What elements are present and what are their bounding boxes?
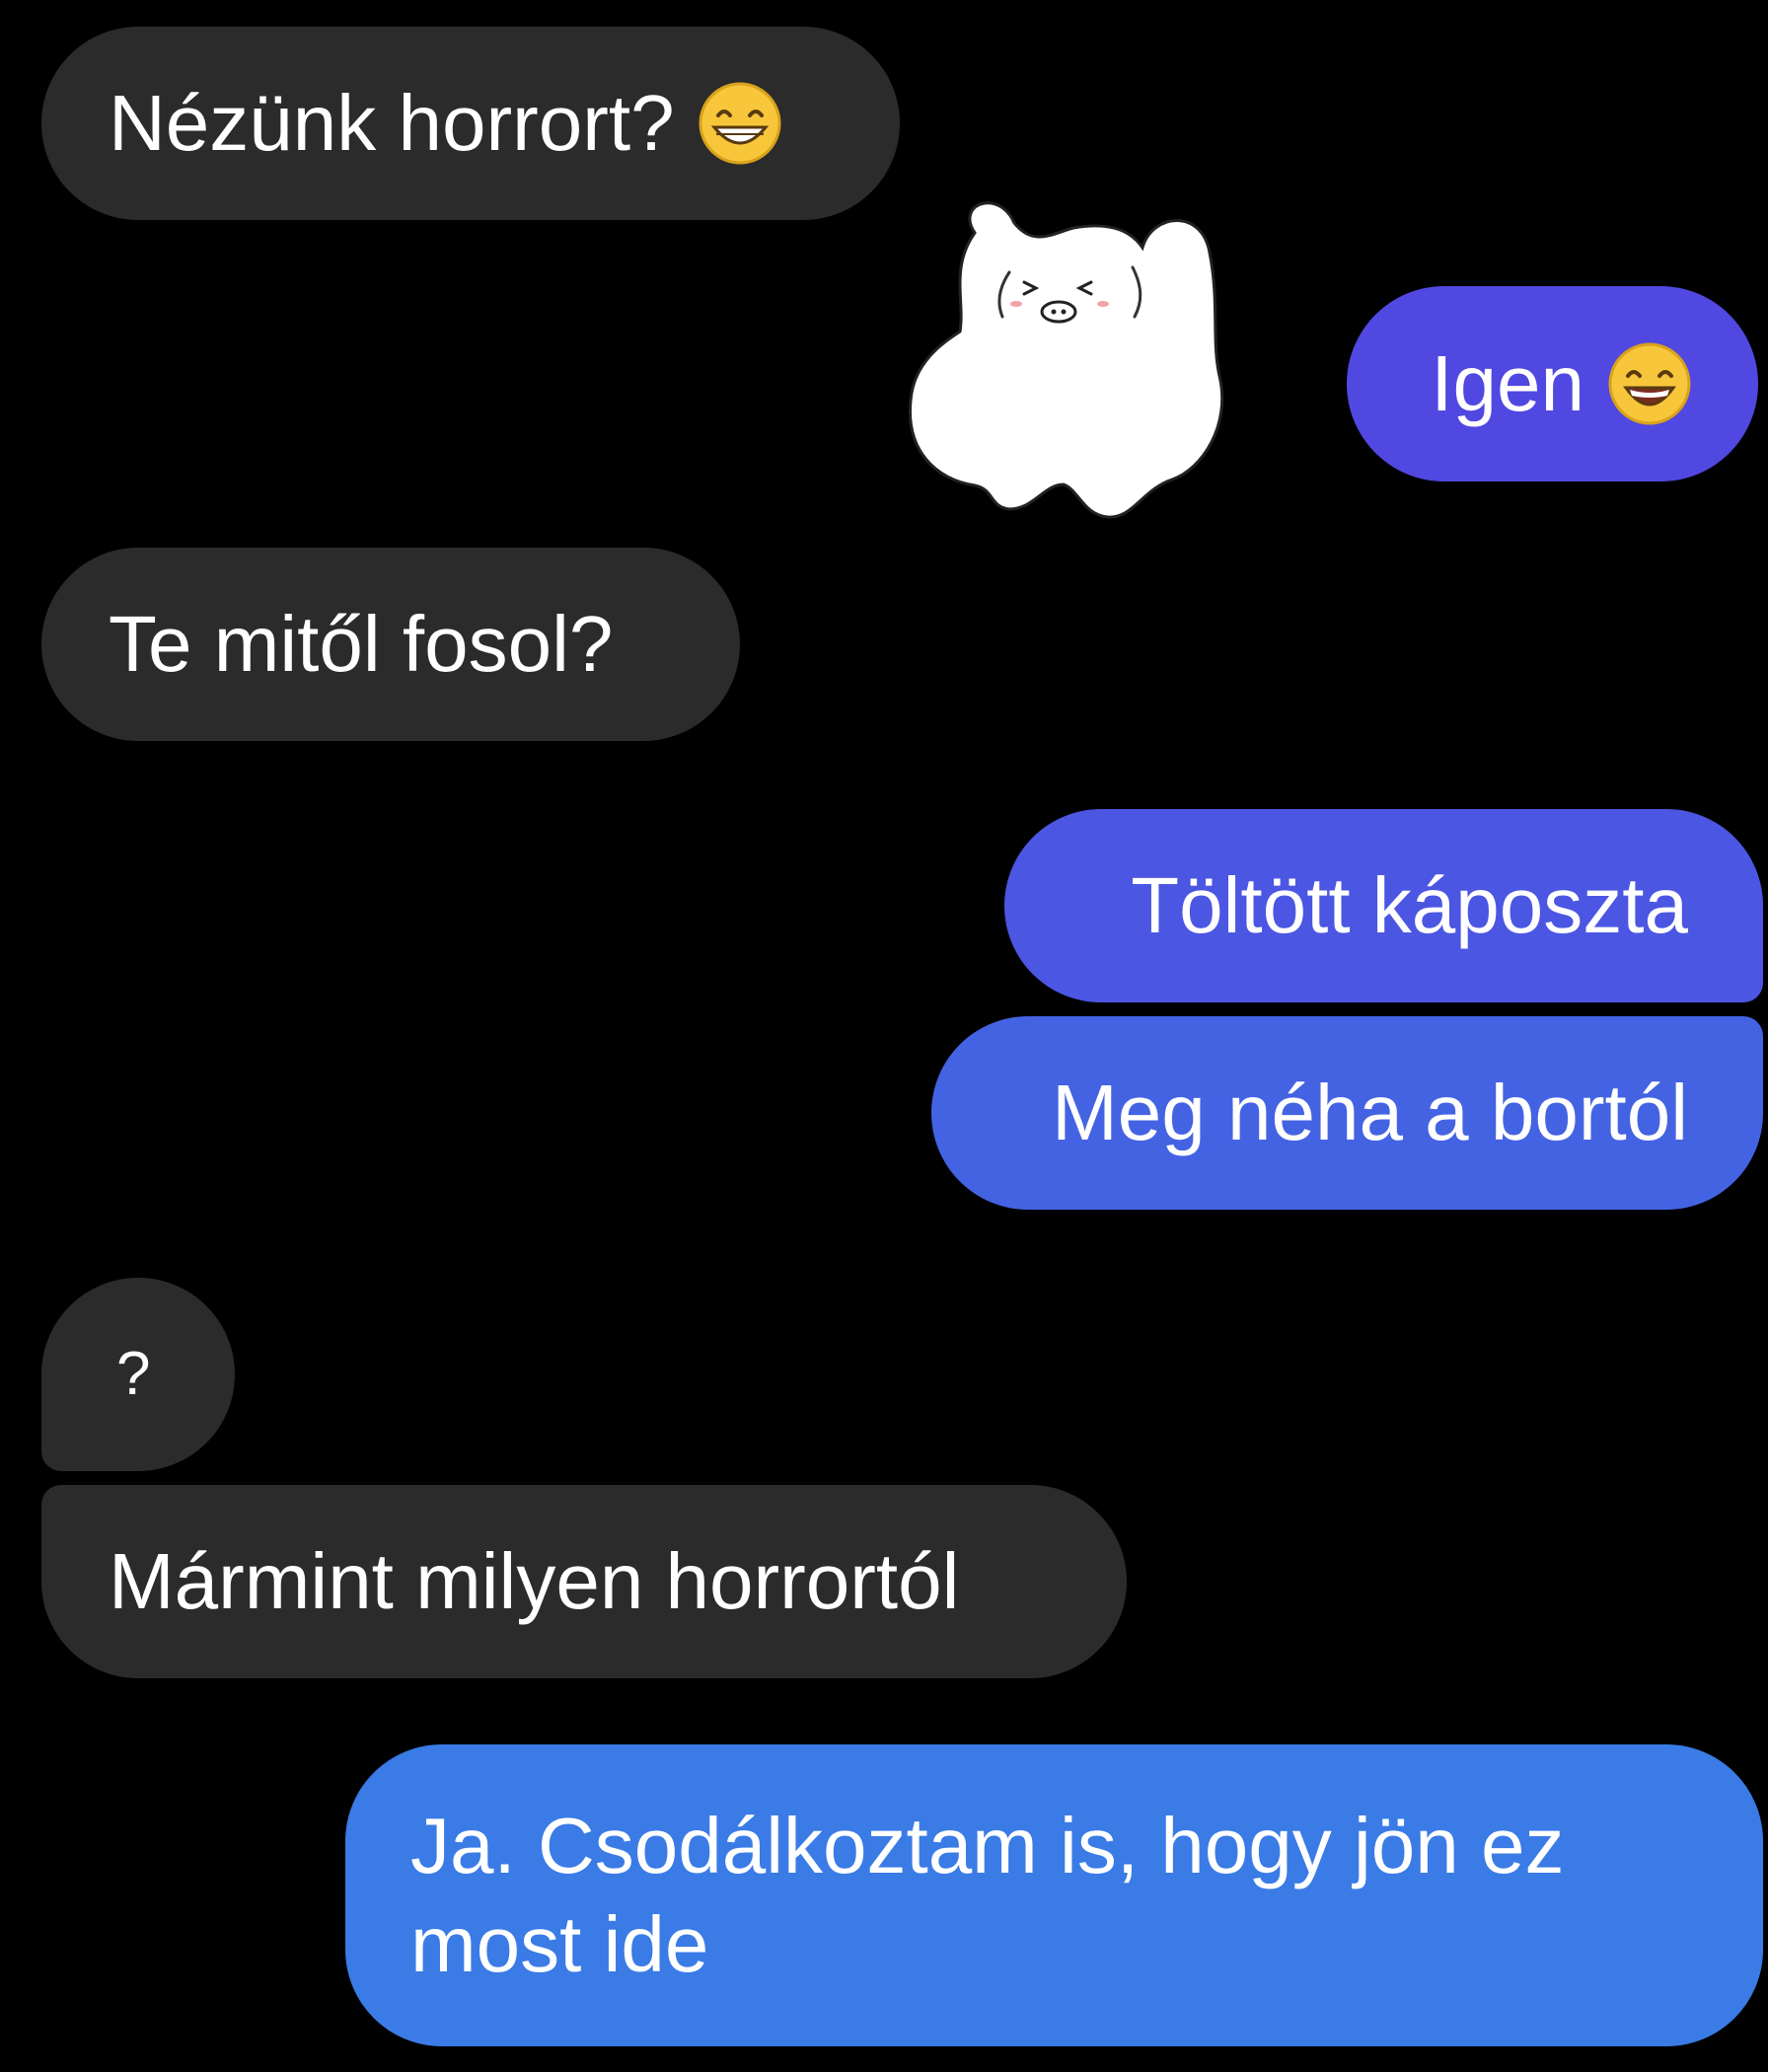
message-text: Meg néha a bortól (1052, 1069, 1688, 1156)
smiling-face-emoji-icon (1606, 340, 1693, 427)
incoming-message-bubble[interactable]: Te mitől fosol? (41, 548, 740, 741)
message-text: Igen (1431, 339, 1584, 427)
message-text: Töltött káposzta (1131, 861, 1688, 949)
message-text: Te mitől fosol? (109, 600, 614, 688)
message-text: ? (116, 1340, 151, 1408)
message-text: Ja. Csodálkoztam is, hogy jön ez most id… (410, 1802, 1565, 1988)
outgoing-message-bubble[interactable]: Töltött káposzta (1004, 809, 1763, 1002)
outgoing-message-bubble[interactable]: Ja. Csodálkoztam is, hogy jön ez most id… (345, 1744, 1763, 2046)
outgoing-message-bubble[interactable]: Igen (1347, 286, 1758, 481)
white-bear-sticker[interactable] (906, 193, 1231, 534)
message-text: Mármint milyen horrortól (109, 1537, 960, 1625)
grinning-face-emoji-icon (697, 80, 783, 167)
message-text: Nézünk horrort? (109, 79, 675, 167)
incoming-message-bubble[interactable]: ? (41, 1278, 235, 1471)
incoming-message-bubble[interactable]: Mármint milyen horrortól (41, 1485, 1127, 1678)
outgoing-message-bubble[interactable]: Meg néha a bortól (931, 1016, 1763, 1210)
incoming-message-bubble[interactable]: Nézünk horrort? (41, 27, 900, 220)
